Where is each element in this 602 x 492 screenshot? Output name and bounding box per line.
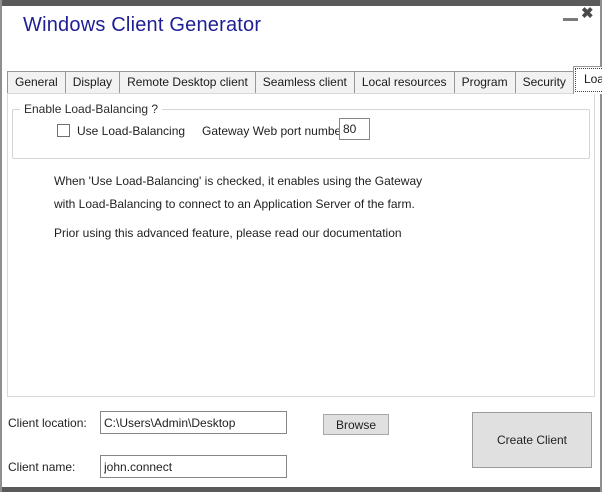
tab-security[interactable]: Security xyxy=(515,71,574,93)
client-location-label: Client location: xyxy=(8,416,87,430)
browse-button[interactable]: Browse xyxy=(323,414,389,435)
close-icon[interactable]: ✖ xyxy=(581,5,594,23)
load-balancing-tab-page: Enable Load-Balancing ? Use Load-Balanci… xyxy=(7,93,595,397)
client-name-input[interactable] xyxy=(100,455,287,478)
description-line-1: When 'Use Load-Balancing' is checked, it… xyxy=(54,170,422,193)
tab-local-resources[interactable]: Local resources xyxy=(354,71,455,93)
gateway-web-port-input[interactable] xyxy=(339,118,370,140)
tab-load-balancing[interactable]: Load-Balancing xyxy=(573,66,602,94)
tab-seamless-client[interactable]: Seamless client xyxy=(255,71,355,93)
gateway-web-port-label: Gateway Web port number xyxy=(202,124,345,138)
window-client-generator: Windows Client Generator ✖ General Displ… xyxy=(0,0,602,492)
use-load-balancing-checkbox[interactable] xyxy=(57,124,70,137)
client-location-input[interactable] xyxy=(100,411,287,434)
description-line-2: with Load-Balancing to connect to an App… xyxy=(54,193,422,216)
window-frame-left xyxy=(0,0,2,492)
window-frame-top xyxy=(0,0,602,6)
tab-remote-desktop-client[interactable]: Remote Desktop client xyxy=(119,71,256,93)
tab-strip: General Display Remote Desktop client Se… xyxy=(7,66,602,94)
enable-load-balancing-groupbox: Enable Load-Balancing ? Use Load-Balanci… xyxy=(12,109,590,159)
client-name-label: Client name: xyxy=(8,460,75,474)
groupbox-title: Enable Load-Balancing ? xyxy=(20,102,162,116)
window-frame-bottom xyxy=(0,487,602,492)
tab-general[interactable]: General xyxy=(7,71,66,93)
load-balancing-description: When 'Use Load-Balancing' is checked, it… xyxy=(54,170,422,216)
use-load-balancing-label[interactable]: Use Load-Balancing xyxy=(77,124,185,138)
tab-program[interactable]: Program xyxy=(454,71,516,93)
window-title: Windows Client Generator xyxy=(23,14,261,37)
create-client-button[interactable]: Create Client xyxy=(472,412,592,468)
tab-display[interactable]: Display xyxy=(65,71,120,93)
minimize-icon[interactable] xyxy=(563,18,578,21)
documentation-note: Prior using this advanced feature, pleas… xyxy=(54,222,402,245)
